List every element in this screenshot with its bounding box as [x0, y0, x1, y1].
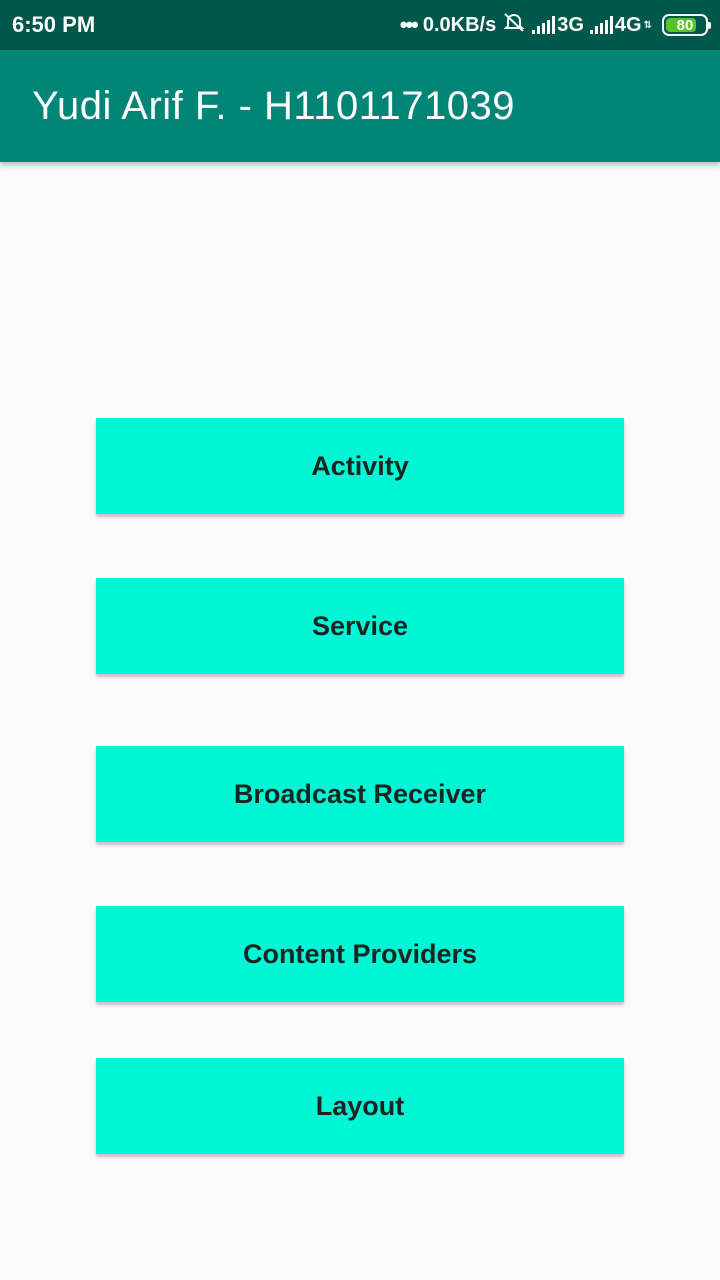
network-type-2: 4G	[614, 13, 642, 36]
signal-icon-2	[589, 16, 613, 34]
network-type-1: 3G	[557, 13, 584, 36]
data-arrows-icon: ⇅	[643, 19, 652, 31]
status-icons: ••• 0.0KB/s 3G 4G ⇅ 80	[399, 11, 711, 39]
dots-indicator: •••	[399, 12, 419, 37]
app-title: Yudi Arif F. - H1101171039	[32, 83, 515, 128]
activity-button[interactable]: Activity	[96, 418, 624, 514]
battery-icon: 80	[662, 14, 711, 36]
network-speed: 0.0KB/s	[422, 13, 497, 36]
status-time: 6:50 PM	[12, 12, 96, 37]
battery-level: 80	[676, 16, 694, 34]
status-bar: 6:50 PM ••• 0.0KB/s 3G 4G ⇅ 80	[0, 0, 720, 50]
battery-cap	[708, 22, 711, 29]
mute-icon	[502, 11, 526, 39]
signal-icon	[532, 16, 556, 34]
broadcast-receiver-button[interactable]: Broadcast Receiver	[96, 746, 624, 842]
network-2: 4G ⇅	[589, 13, 652, 37]
service-button[interactable]: Service	[96, 578, 624, 674]
layout-button[interactable]: Layout	[96, 1058, 624, 1154]
network-1: 3G	[532, 14, 584, 37]
app-bar: Yudi Arif F. - H1101171039	[0, 50, 720, 162]
content-providers-button[interactable]: Content Providers	[96, 906, 624, 1002]
